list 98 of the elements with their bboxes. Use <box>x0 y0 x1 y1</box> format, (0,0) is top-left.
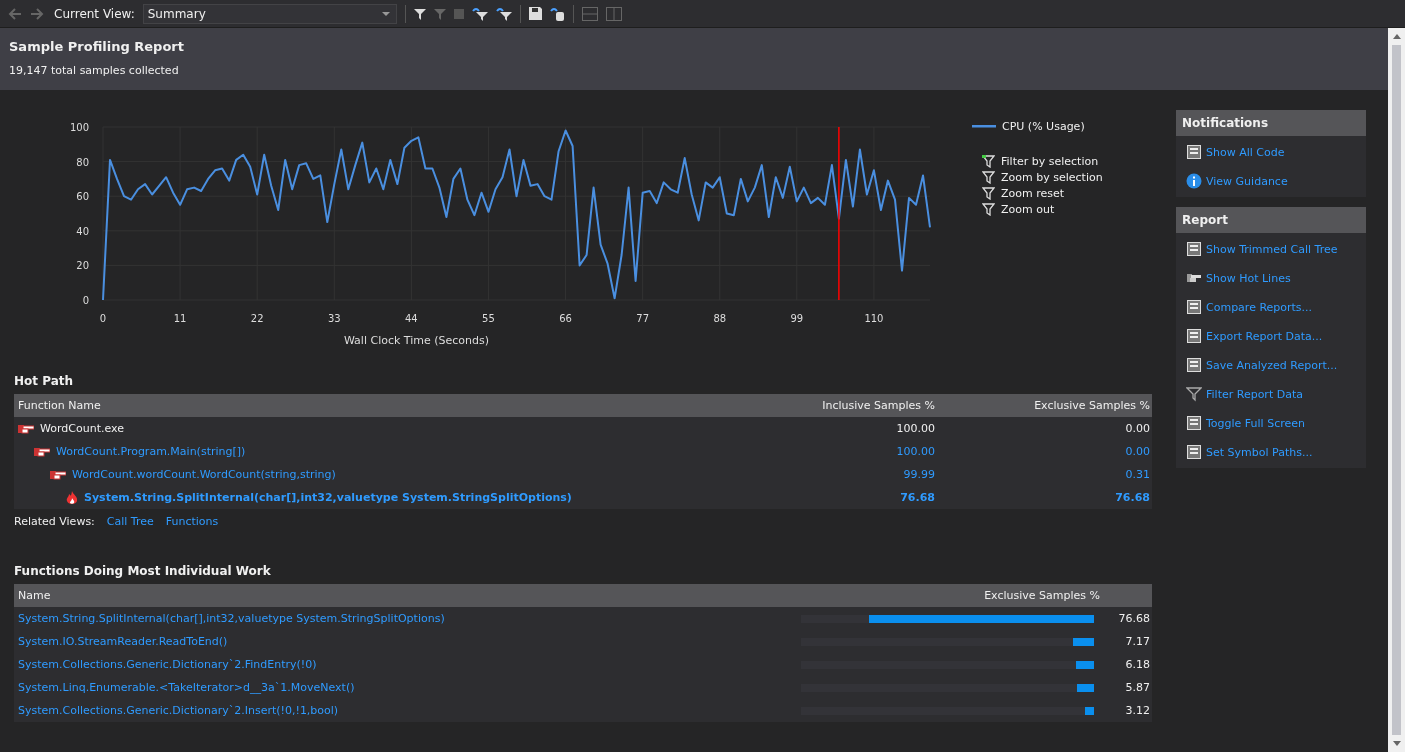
hand-pointer-icon <box>18 423 34 434</box>
section-title: Functions Doing Most Individual Work <box>13 564 272 578</box>
table-cell-text: 0.00 <box>1124 422 1150 435</box>
chart-action[interactable]: Zoom out <box>972 203 1142 216</box>
x-tick-label: 33 <box>327 313 341 324</box>
x-tick-label: 11 <box>173 313 187 324</box>
hand-pointer-icon <box>50 469 66 480</box>
sidebar-link[interactable]: Compare Reports... <box>1186 299 1356 315</box>
sidebar-link[interactable]: View Guidance <box>1186 173 1356 189</box>
forward-arrow-icon[interactable] <box>30 7 44 20</box>
chart-action[interactable]: Filter by selection <box>972 155 1142 168</box>
x-tick-label: 99 <box>790 313 804 324</box>
column-header[interactable]: Inclusive Samples % <box>745 399 935 412</box>
related-view-link[interactable]: Functions <box>165 515 219 528</box>
scrollbar-thumb[interactable] <box>1392 45 1401 735</box>
x-tick-label: 0 <box>99 313 107 324</box>
current-view-dropdown[interactable]: Summary <box>142 3 397 24</box>
filter-icon <box>982 203 995 216</box>
function-name: WordCount.exe <box>40 422 124 435</box>
horizontal-split-icon[interactable] <box>581 6 598 21</box>
function-link[interactable]: System.String.SplitInternal(char[],int32,valuetype System.StringSplitOptions) <box>14 612 800 625</box>
report-title: Sample Profiling Report <box>9 39 185 54</box>
info-icon <box>1186 173 1202 189</box>
column-header[interactable]: Function Name <box>14 399 745 412</box>
filter-arrow-icon[interactable] <box>471 6 488 21</box>
filter-arrow-icon[interactable] <box>495 6 512 21</box>
table-cell-text: 7.17 <box>1124 635 1150 648</box>
chart-action[interactable]: Zoom reset <box>972 187 1142 200</box>
sidebar-link[interactable]: Filter Report Data <box>1186 386 1356 402</box>
table-cell-text: 3.12 <box>1124 704 1150 717</box>
sidebar-link[interactable]: Show Trimmed Call Tree <box>1186 241 1356 257</box>
scroll-up-icon[interactable] <box>1392 34 1401 39</box>
column-header[interactable]: Exclusive Samples % <box>935 399 1150 412</box>
vertical-scrollbar[interactable] <box>1388 28 1405 752</box>
x-tick-label: 77 <box>636 313 649 324</box>
current-view-label: Current View: <box>54 6 135 21</box>
hand-pointer-icon <box>34 446 50 457</box>
sidebar-link[interactable]: Set Symbol Paths... <box>1186 444 1356 460</box>
back-arrow-icon[interactable] <box>8 7 22 20</box>
table-cell-text: 100.00 <box>895 445 935 458</box>
sidebar-link[interactable]: Show All Code <box>1186 144 1356 160</box>
scroll-down-icon[interactable] <box>1392 741 1401 746</box>
table-cell-text: 0.00 <box>1124 445 1150 458</box>
function-link[interactable]: WordCount.wordCount.WordCount(string,string) <box>72 468 336 481</box>
panel-header: Notifications <box>1176 110 1366 136</box>
stop-icon[interactable] <box>453 8 464 19</box>
legend-line-icon <box>972 125 996 128</box>
table-cell-text: 76.68 <box>899 491 935 504</box>
table-cell-text: 76.68 <box>1117 612 1150 625</box>
y-tick-label: 80 <box>76 156 89 168</box>
related-view-link[interactable]: Call Tree <box>106 515 154 528</box>
flame-icon <box>66 490 78 505</box>
x-tick-label: 44 <box>405 313 418 324</box>
x-tick-label: 55 <box>482 313 495 324</box>
legend-label: CPU (% Usage) <box>1002 120 1085 133</box>
function-link[interactable]: System.String.SplitInternal(char[],int32,valuetype System.StringSplitOptions) <box>84 491 572 504</box>
y-tick-label: 100 <box>69 122 89 133</box>
column-header[interactable]: Exclusive Samples % <box>800 589 1100 602</box>
x-tick-label: 66 <box>559 313 572 324</box>
filter-icon <box>982 171 995 184</box>
table-cell-text: 99.99 <box>902 468 935 481</box>
column-header[interactable]: Name <box>14 589 800 602</box>
function-link[interactable]: System.Linq.Enumerable.<TakeIterator>d__3a`1.MoveNext() <box>14 681 800 694</box>
cpu-usage-chart[interactable]: 0 20 40 60 80 100 0 11 22 33 44 55 66 77 88 99 110 Wall Clock Time (Seconds) <box>0 110 960 355</box>
table-cell-text: 5.87 <box>1124 681 1150 694</box>
panel-header: Report <box>1176 207 1366 233</box>
vertical-split-icon[interactable] <box>605 6 622 21</box>
x-axis-title: Wall Clock Time (Seconds) <box>343 334 490 347</box>
table-cell-text: 76.68 <box>1114 491 1150 504</box>
table-cell-text: 100.00 <box>895 422 935 435</box>
table-cell-text: 0.31 <box>1124 468 1150 481</box>
related-views-label: Related Views: <box>14 515 95 528</box>
function-link[interactable]: System.IO.StreamReader.ReadToEnd() <box>14 635 800 648</box>
x-tick-label: 110 <box>864 313 884 324</box>
sidebar-link[interactable]: Toggle Full Screen <box>1186 415 1356 431</box>
filter-icon <box>982 187 995 200</box>
function-link[interactable]: WordCount.Program.Main(string[]) <box>56 445 246 458</box>
x-tick-label: 88 <box>713 313 727 324</box>
table-cell-text: 6.18 <box>1124 658 1150 671</box>
y-tick-label: 60 <box>76 191 89 203</box>
document-icon <box>1186 144 1202 160</box>
export-database-icon[interactable] <box>549 6 565 21</box>
section-title: Hot Path <box>13 374 75 388</box>
chart-action[interactable]: Zoom by selection <box>972 171 1142 184</box>
function-link[interactable]: System.Collections.Generic.Dictionary`2.Insert(!0,!1,bool) <box>14 704 800 717</box>
y-tick-label: 40 <box>76 225 89 237</box>
caret-icon <box>381 11 390 16</box>
function-link[interactable]: System.Collections.Generic.Dictionary`2.FindEntry(!0) <box>14 658 800 671</box>
sidebar-link[interactable]: Save Analyzed Report... <box>1186 357 1356 373</box>
filter-icon <box>1186 386 1202 402</box>
y-tick-label: 20 <box>76 260 89 272</box>
x-tick-label: 22 <box>250 313 264 324</box>
samples-summary: 19,147 total samples collected <box>9 64 180 77</box>
y-tick-label: 0 <box>82 295 89 306</box>
filter-icon[interactable] <box>413 7 426 20</box>
filter-icon <box>982 155 995 168</box>
sidebar-link[interactable]: Export Report Data... <box>1186 328 1356 344</box>
sidebar-link[interactable]: Show Hot Lines <box>1186 270 1356 286</box>
